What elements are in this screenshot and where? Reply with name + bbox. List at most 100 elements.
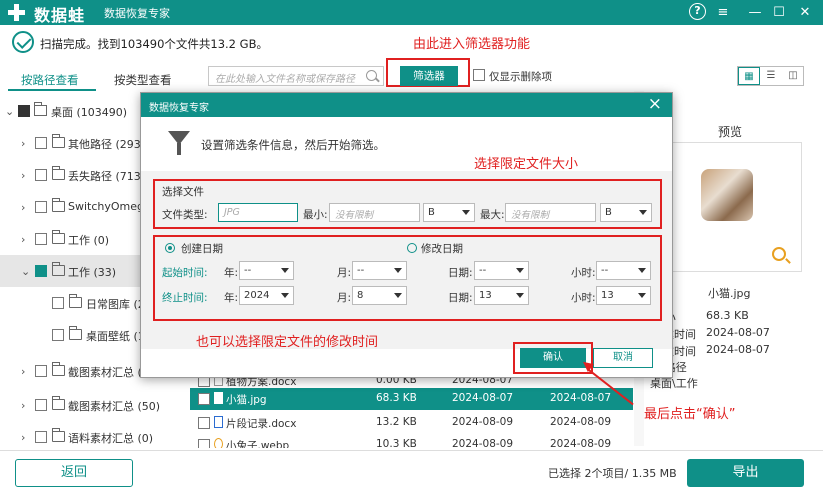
dropdown-arrow-icon xyxy=(516,293,524,298)
search-placeholder: 在此处输入文件名称或保存路径 xyxy=(215,74,355,85)
tab-by-type[interactable]: 按类型查看 xyxy=(114,72,172,88)
show-deleted-label: 仅显示删除项 xyxy=(489,71,552,83)
min-unit-select[interactable]: B xyxy=(423,203,475,222)
chevron-right-icon[interactable]: › xyxy=(21,169,25,182)
help-icon[interactable]: ? xyxy=(689,3,706,20)
tree-checkbox[interactable] xyxy=(35,365,47,377)
modify-date-label: 修改日期 xyxy=(421,243,463,255)
close-icon[interactable]: ✕ xyxy=(795,3,815,22)
tree-checkbox[interactable] xyxy=(52,329,64,341)
start-day-select[interactable]: -- xyxy=(474,261,529,280)
dropdown-arrow-icon xyxy=(516,268,524,273)
tree-checkbox[interactable] xyxy=(35,399,47,411)
file-type-input[interactable]: JPG xyxy=(218,203,298,222)
start-hour-value: -- xyxy=(601,265,609,276)
modify-date-radio[interactable] xyxy=(407,243,417,253)
tab-by-path[interactable]: 按路径查看 xyxy=(21,72,79,88)
file-size: 68.3 KB xyxy=(376,392,417,404)
tree-item[interactable]: › 截图素材汇总 (50) xyxy=(0,389,190,421)
tree-checkbox[interactable] xyxy=(52,297,64,309)
start-hour-select[interactable]: -- xyxy=(596,261,651,280)
grid-view-icon[interactable]: ▦ xyxy=(738,67,760,85)
tree-checkbox[interactable] xyxy=(18,105,30,117)
file-date-modified: 2024-08-07 xyxy=(550,392,612,404)
hour-label: 小时: xyxy=(571,267,596,279)
folder-icon xyxy=(52,396,65,410)
start-month-value: -- xyxy=(357,265,365,276)
cancel-button[interactable]: 取消 xyxy=(593,348,653,368)
tree-checkbox[interactable] xyxy=(35,137,47,149)
maximize-icon[interactable]: ☐ xyxy=(769,3,789,22)
end-month-select[interactable]: 8 xyxy=(352,286,407,305)
chevron-right-icon[interactable]: › xyxy=(21,431,25,444)
preview-filename: 小猫.jpg xyxy=(708,287,751,300)
max-size-input[interactable]: 没有限制 xyxy=(505,203,596,222)
tree-checkbox[interactable] xyxy=(35,431,47,443)
folder-icon xyxy=(52,198,65,212)
dropdown-arrow-icon xyxy=(462,210,470,215)
table-row[interactable]: 小兔子.webp 10.3 KB 2024-08-09 2024-08-09 xyxy=(190,434,633,448)
detail-view-icon[interactable]: ◫ xyxy=(782,67,804,85)
dialog-title: 数据恢复专家 xyxy=(149,103,209,114)
table-row[interactable]: 片段记录.docx 13.2 KB 2024-08-09 2024-08-09 xyxy=(190,412,633,434)
row-checkbox[interactable] xyxy=(198,439,210,448)
table-row-selected[interactable]: 小猫.jpg 68.3 KB 2024-08-07 2024-08-07 xyxy=(190,388,633,410)
annotation-confirm: 最后点击“确认” xyxy=(644,407,736,422)
tree-item-label: 工作 (33) xyxy=(68,266,117,279)
folder-icon xyxy=(52,166,65,180)
tree-item-label: 工作 (0) xyxy=(68,234,110,247)
minimize-icon[interactable]: — xyxy=(745,3,765,22)
chevron-right-icon[interactable]: › xyxy=(21,137,25,150)
day-label: 日期: xyxy=(448,292,473,304)
chevron-right-icon[interactable]: › xyxy=(21,201,25,214)
create-date-radio[interactable] xyxy=(165,243,175,253)
show-deleted-checkbox[interactable] xyxy=(473,69,485,81)
file-name: 小兔子.webp xyxy=(226,440,290,448)
selection-info: 已选择 2个项目/ 1.35 MB xyxy=(548,467,677,480)
tree-checkbox[interactable] xyxy=(35,265,47,277)
year-label: 年: xyxy=(224,267,239,279)
chevron-right-icon[interactable]: › xyxy=(21,399,25,412)
max-unit-value: B xyxy=(605,207,612,218)
end-day-select[interactable]: 13 xyxy=(474,286,529,305)
tree-checkbox[interactable] xyxy=(35,169,47,181)
folder-icon xyxy=(52,362,65,376)
confirm-button[interactable]: 确认 xyxy=(520,348,586,368)
filter-button[interactable]: 筛选器 xyxy=(400,66,458,86)
tree-checkbox[interactable] xyxy=(35,233,47,245)
start-month-select[interactable]: -- xyxy=(352,261,407,280)
min-size-input[interactable]: 没有限制 xyxy=(329,203,420,222)
dropdown-arrow-icon xyxy=(638,293,646,298)
end-time-label: 终止时间: xyxy=(162,292,208,304)
tree-item[interactable]: › 语料素材汇总 (0) xyxy=(0,421,190,453)
menu-icon[interactable]: ≡ xyxy=(713,3,733,22)
end-hour-select[interactable]: 13 xyxy=(596,286,651,305)
file-date: 2024-08-09 xyxy=(452,438,514,448)
zoom-icon[interactable] xyxy=(772,247,786,261)
row-checkbox[interactable] xyxy=(198,393,210,405)
close-icon[interactable]: × xyxy=(648,94,662,114)
annotation-size: 选择限定文件大小 xyxy=(474,157,579,172)
export-button[interactable]: 导出 xyxy=(687,459,804,487)
list-view-icon[interactable]: ☰ xyxy=(760,67,782,85)
end-year-select[interactable]: 2024 xyxy=(239,286,294,305)
chevron-down-icon[interactable]: ⌄ xyxy=(5,105,14,118)
start-time-label: 起始时间: xyxy=(162,267,208,279)
chevron-right-icon[interactable]: › xyxy=(21,233,25,246)
dropdown-arrow-icon xyxy=(394,293,402,298)
folder-icon xyxy=(52,428,65,442)
file-name: 小猫.jpg xyxy=(226,394,267,406)
min-size-label: 最小: xyxy=(303,209,328,221)
search-input[interactable]: 在此处输入文件名称或保存路径 xyxy=(208,66,384,86)
file-name: 片段记录.docx xyxy=(226,418,297,430)
max-unit-select[interactable]: B xyxy=(600,203,652,222)
row-checkbox[interactable] xyxy=(198,417,210,429)
file-type-label: 文件类型: xyxy=(162,209,208,221)
tree-checkbox[interactable] xyxy=(35,201,47,213)
back-button[interactable]: 返回 xyxy=(15,459,133,487)
preview-created: 2024-08-07 xyxy=(706,326,770,339)
chevron-right-icon[interactable]: › xyxy=(21,365,25,378)
chevron-down-icon[interactable]: ⌄ xyxy=(21,265,30,278)
start-year-select[interactable]: -- xyxy=(239,261,294,280)
search-icon[interactable] xyxy=(366,70,377,81)
